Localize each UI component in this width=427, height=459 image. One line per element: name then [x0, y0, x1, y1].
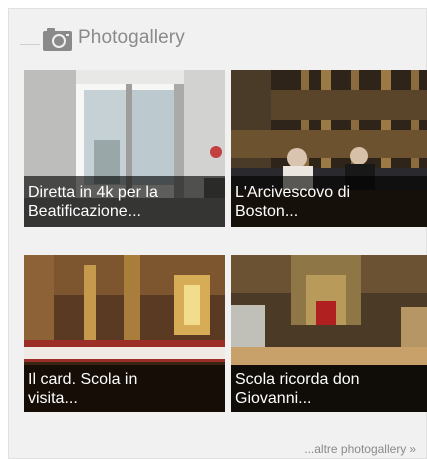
tile-caption-line: Beatificazione...: [28, 203, 141, 220]
tile-caption-line: Il card. Scola in: [28, 371, 138, 388]
gallery-tile-1[interactable]: Diretta in 4k per la Beatificazione...: [24, 70, 225, 227]
more-photogallery-link[interactable]: ...altre photogallery»: [304, 442, 416, 456]
header-divider: [20, 44, 40, 45]
camera-icon: [43, 28, 72, 51]
tile-caption-line: Giovanni...: [235, 390, 312, 407]
widget-header: Photogallery: [9, 9, 427, 69]
gallery-tile-2[interactable]: L'Arcivescovo di Boston...: [231, 70, 427, 227]
gallery-tile-4[interactable]: Scola ricorda don Giovanni...: [231, 255, 427, 412]
tile-caption-2: L'Arcivescovo di Boston...: [231, 176, 427, 227]
double-chevron-right-icon: »: [409, 442, 416, 456]
widget-title: Photogallery: [78, 27, 185, 48]
tile-caption-1: Diretta in 4k per la Beatificazione...: [24, 176, 225, 227]
tile-caption-line: visita...: [28, 390, 78, 407]
tile-caption-4: Scola ricorda don Giovanni...: [231, 365, 427, 412]
more-link-label: ...altre photogallery: [304, 442, 407, 456]
tile-caption-line: Boston...: [235, 203, 299, 220]
gallery-tile-3[interactable]: Il card. Scola in visita...: [24, 255, 225, 412]
tile-caption-line: L'Arcivescovo di: [235, 184, 351, 201]
tile-caption-line: Scola ricorda don: [235, 371, 360, 388]
photogallery-widget: Photogallery Diretta in 4k per la Beatif…: [8, 8, 427, 459]
tile-caption-line: Diretta in 4k per la: [28, 184, 158, 201]
tile-caption-3: Il card. Scola in visita...: [24, 365, 225, 412]
